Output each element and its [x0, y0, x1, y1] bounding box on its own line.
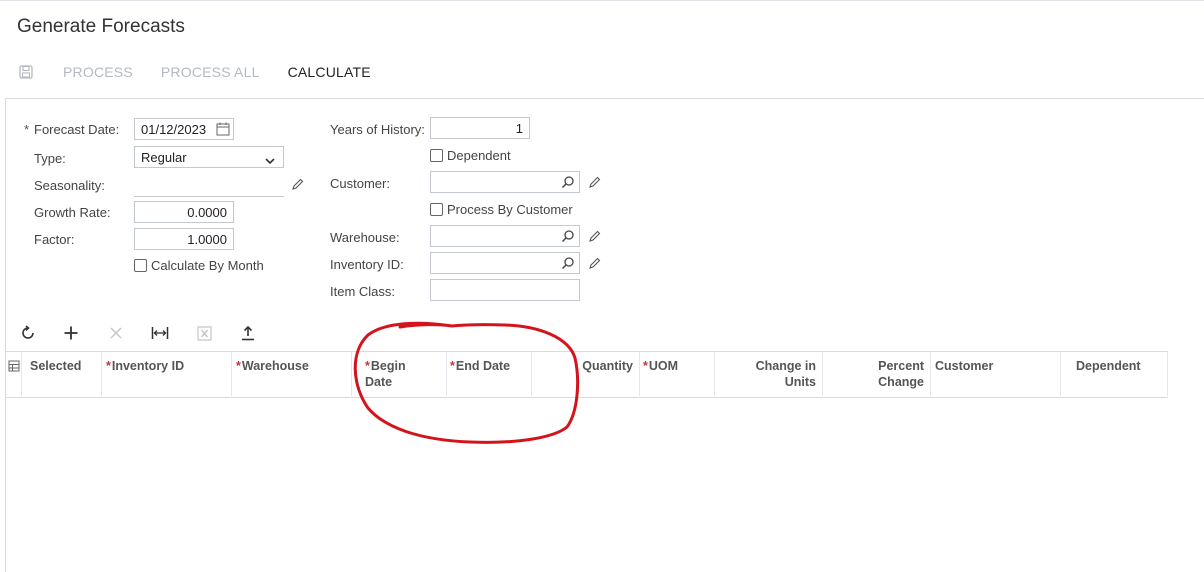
column-header-quantity[interactable]: Quantity	[532, 352, 640, 396]
type-label: Type:	[34, 151, 66, 166]
upload-icon[interactable]	[238, 323, 258, 343]
customer-field[interactable]	[430, 171, 580, 193]
calculate-button[interactable]: CALCULATE	[288, 64, 371, 80]
years-of-history-field[interactable]: 1	[430, 117, 530, 139]
column-header-customer[interactable]: Customer	[931, 352, 1061, 396]
column-header-selected[interactable]: Selected	[22, 352, 102, 396]
delete-row-icon[interactable]	[106, 323, 126, 343]
factor-label: Factor:	[34, 232, 75, 247]
required-marker: *	[643, 359, 648, 373]
column-header-dependent[interactable]: Dependent	[1061, 352, 1168, 396]
seasonality-field[interactable]	[134, 196, 284, 197]
pencil-icon[interactable]	[588, 257, 601, 275]
grid-header: Selected *Inventory ID *Warehouse *Begin…	[6, 351, 1168, 398]
process-by-customer-label: Process By Customer	[447, 202, 573, 217]
dependent-checkbox[interactable]: Dependent	[430, 148, 511, 163]
item-class-field[interactable]	[430, 279, 580, 301]
process-button[interactable]: PROCESS	[63, 64, 133, 80]
checkbox-box[interactable]	[430, 203, 443, 216]
calendar-icon[interactable]	[216, 122, 230, 139]
inventory-id-label: Inventory ID:	[330, 257, 404, 272]
main-toolbar: PROCESS PROCESS ALL CALCULATE	[17, 62, 371, 82]
pencil-icon[interactable]	[588, 230, 601, 248]
form-panel	[5, 98, 1204, 572]
growth-rate-label: Growth Rate:	[34, 205, 111, 220]
dependent-label: Dependent	[447, 148, 511, 163]
warehouse-field[interactable]	[430, 225, 580, 247]
inventory-id-field[interactable]	[430, 252, 580, 274]
column-settings-icon[interactable]	[6, 352, 22, 396]
column-header-inventory-id[interactable]: *Inventory ID	[102, 352, 232, 396]
required-marker: *	[236, 359, 241, 373]
checkbox-box[interactable]	[430, 149, 443, 162]
chevron-down-icon	[265, 153, 275, 168]
column-header-warehouse[interactable]: *Warehouse	[232, 352, 352, 396]
save-icon[interactable]	[17, 63, 35, 81]
required-marker: *	[24, 122, 30, 137]
add-row-icon[interactable]	[61, 323, 81, 343]
page-title: Generate Forecasts	[17, 16, 185, 37]
warehouse-label: Warehouse:	[330, 230, 400, 245]
column-header-percent-change[interactable]: Percent Change	[823, 352, 931, 396]
type-select[interactable]: Regular	[134, 146, 284, 168]
calculate-by-month-checkbox[interactable]: Calculate By Month	[134, 258, 264, 273]
factor-field[interactable]: 1.0000	[134, 228, 234, 250]
search-icon[interactable]	[561, 256, 575, 273]
pencil-icon[interactable]	[291, 178, 304, 196]
customer-label: Customer:	[330, 176, 390, 191]
years-of-history-label: Years of History:	[330, 122, 425, 137]
excel-export-icon[interactable]	[194, 323, 214, 343]
required-marker: *	[106, 359, 111, 373]
search-icon[interactable]	[561, 229, 575, 246]
search-icon[interactable]	[561, 175, 575, 192]
process-by-customer-checkbox[interactable]: Process By Customer	[430, 202, 573, 217]
process-all-button[interactable]: PROCESS ALL	[161, 64, 260, 80]
seasonality-label: Seasonality:	[34, 178, 105, 193]
growth-rate-field[interactable]: 0.0000	[134, 201, 234, 223]
calculate-by-month-label: Calculate By Month	[151, 258, 264, 273]
column-header-change-in-units[interactable]: Change in Units	[715, 352, 823, 396]
top-border	[0, 0, 1204, 1]
fit-columns-icon[interactable]	[150, 323, 170, 343]
column-header-uom[interactable]: *UOM	[640, 352, 715, 396]
refresh-icon[interactable]	[18, 323, 38, 343]
forecast-date-field[interactable]: 01/12/2023	[134, 118, 234, 140]
column-header-begin-date[interactable]: *Begin Date	[352, 352, 447, 396]
column-header-end-date[interactable]: *End Date	[447, 352, 532, 396]
item-class-label: Item Class:	[330, 284, 396, 299]
checkbox-box[interactable]	[134, 259, 147, 272]
forecast-date-label: Forecast Date:	[34, 122, 120, 137]
pencil-icon[interactable]	[588, 176, 601, 194]
required-marker: *	[450, 359, 455, 373]
required-marker: *	[365, 359, 370, 373]
